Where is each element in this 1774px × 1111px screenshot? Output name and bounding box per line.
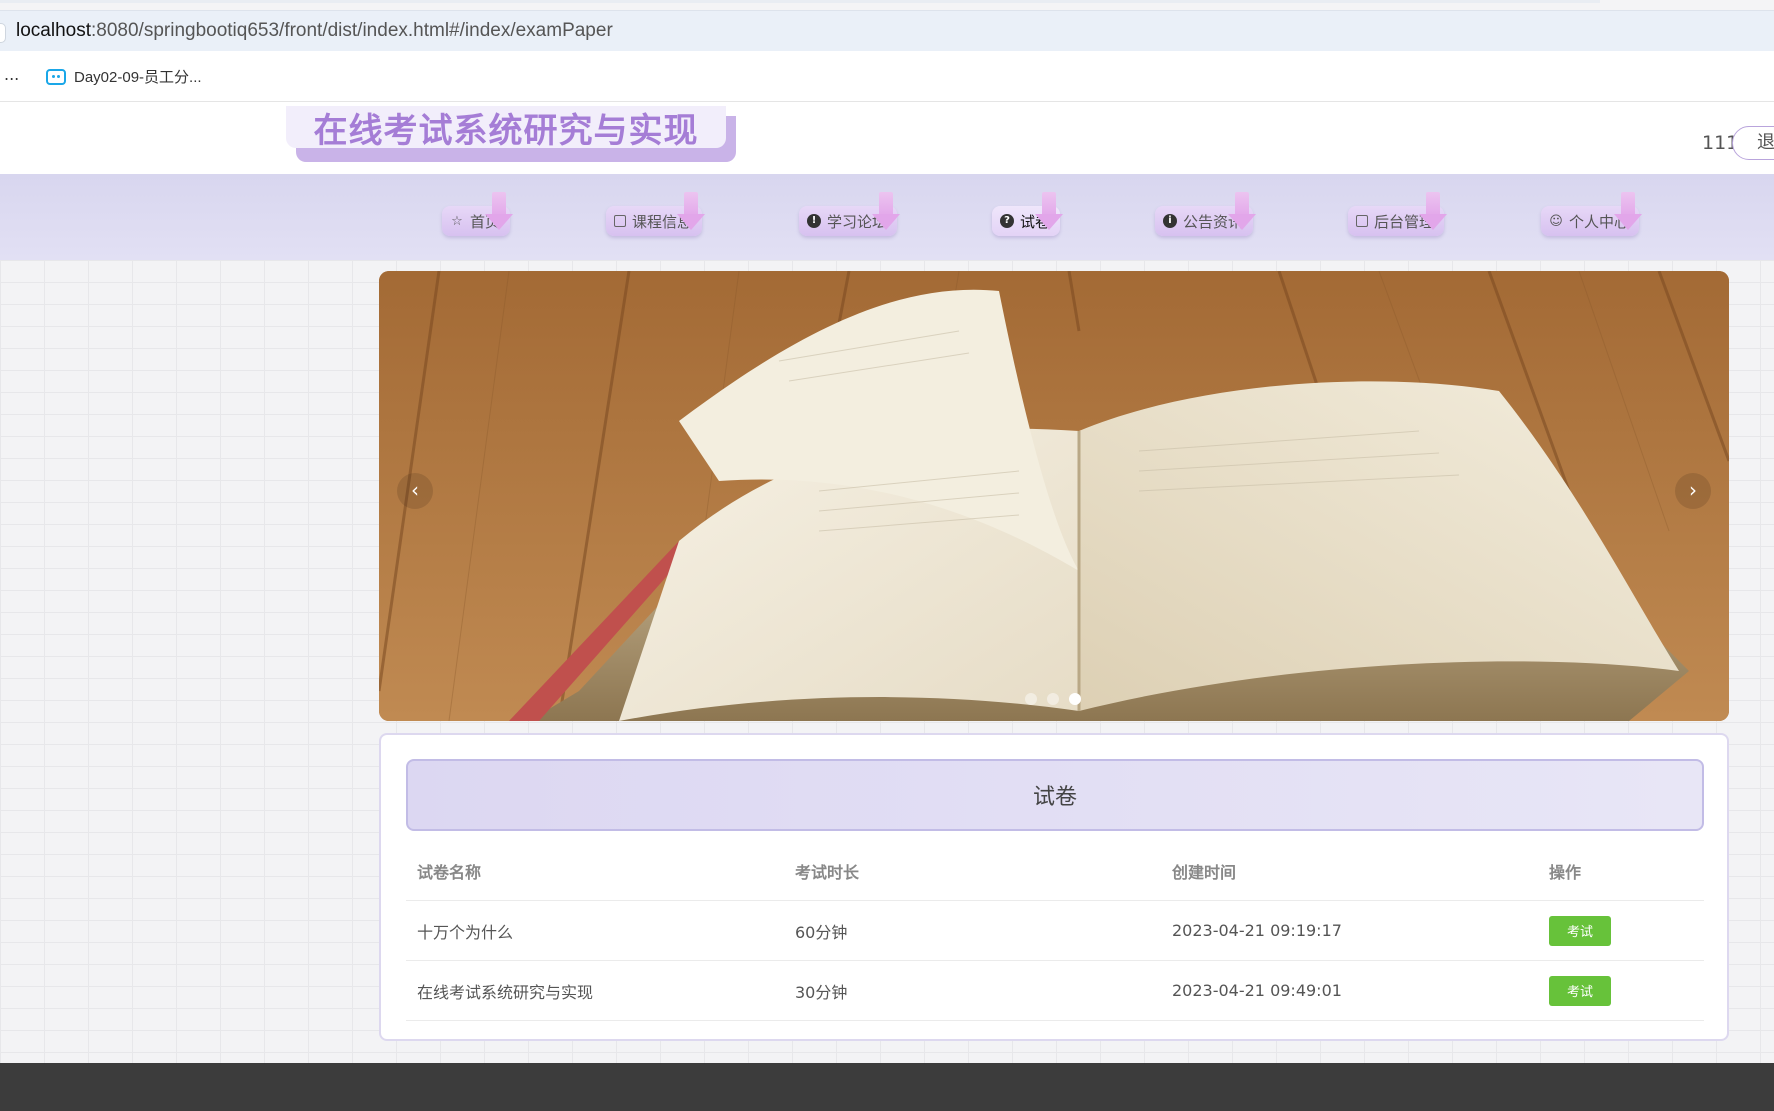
exclamation-icon: ! — [807, 214, 821, 228]
carousel-prev-button[interactable]: ‹ — [397, 473, 433, 509]
nav-arrow-decoration — [1228, 192, 1257, 230]
user-icon: ☺ — [1549, 213, 1563, 229]
take-exam-button[interactable]: 考试 — [1549, 975, 1611, 1006]
question-icon: ? — [1000, 214, 1014, 228]
nav-item-profile[interactable]: ☺ 个人中心 — [1541, 192, 1643, 236]
bookmarks-overflow[interactable]: ... — [4, 65, 19, 84]
exam-created-time: 2023-04-21 09:49:01 — [1172, 981, 1342, 1000]
exam-name: 在线考试系统研究与实现 — [417, 982, 594, 1002]
exam-duration: 30分钟 — [795, 982, 848, 1002]
carousel-dot-3-active[interactable] — [1069, 693, 1081, 705]
url-text[interactable]: localhost:8080/springbootiq653/front/dis… — [16, 20, 613, 42]
nav-arrow-decoration — [485, 192, 514, 230]
carousel-dot-1[interactable] — [1025, 693, 1037, 705]
bag-icon — [614, 215, 626, 227]
column-header-duration: 考试时长 — [795, 862, 860, 882]
info-icon: i — [1163, 214, 1177, 228]
table-header-row: 试卷名称 考试时长 创建时间 操作 — [406, 841, 1704, 901]
browser-top-edge — [0, 0, 1600, 3]
site-header: 在线考试系统研究与实现 111 退 — [0, 102, 1774, 174]
nav-item-exam-paper[interactable]: ? 试卷 — [992, 192, 1064, 236]
nav-item-announcements[interactable]: i 公告资讯 — [1155, 192, 1257, 236]
site-title-badge: 在线考试系统研究与实现 — [286, 106, 736, 162]
open-book-image — [379, 271, 1729, 721]
address-bar-left-cap — [0, 23, 6, 43]
carousel-next-button[interactable]: › — [1675, 473, 1711, 509]
nav-arrow-decoration — [677, 192, 706, 230]
exam-paper-panel: 试卷 试卷名称 考试时长 创建时间 操作 十万个为什么 60分钟 2023-04… — [379, 733, 1729, 1041]
exam-name: 十万个为什么 — [417, 922, 514, 942]
bookmark-item[interactable]: Day02-09-员工分... — [46, 66, 202, 87]
column-header-action: 操作 — [1549, 862, 1582, 882]
nav-arrow-decoration — [1419, 192, 1448, 230]
nav-arrow-decoration — [1614, 192, 1643, 230]
nav-item-home[interactable]: ☆ 首页 — [442, 192, 514, 236]
logout-button[interactable]: 退 — [1732, 126, 1774, 160]
url-host: localhost — [16, 20, 91, 41]
exam-action-cell: 考试 — [1549, 961, 1611, 1020]
bookmarks-bar: ... Day02-09-员工分... — [0, 51, 1774, 102]
page-footer — [0, 1063, 1774, 1111]
nav-item-courses[interactable]: 课程信息 — [606, 192, 706, 236]
url-path: :8080/springbootiq653/front/dist/index.h… — [91, 20, 613, 41]
panel-title: 试卷 — [406, 759, 1704, 831]
bilibili-tv-icon — [46, 68, 66, 85]
exam-action-cell: 考试 — [1549, 901, 1611, 960]
title-badge-box: 在线考试系统研究与实现 — [286, 106, 726, 151]
star-icon: ☆ — [451, 213, 463, 229]
exam-duration: 60分钟 — [795, 922, 848, 942]
exam-paper-table: 试卷名称 考试时长 创建时间 操作 十万个为什么 60分钟 2023-04-21… — [406, 841, 1704, 1021]
bookmark-label: Day02-09-员工分... — [74, 69, 202, 86]
nav-arrow-decoration — [1035, 192, 1064, 230]
column-header-created: 创建时间 — [1172, 862, 1237, 882]
column-header-name: 试卷名称 — [417, 862, 482, 882]
table-row: 十万个为什么 60分钟 2023-04-21 09:19:17 考试 — [406, 901, 1704, 961]
site-title: 在线考试系统研究与实现 — [313, 110, 699, 151]
carousel-dot-2[interactable] — [1047, 693, 1059, 705]
carousel-indicators — [1025, 693, 1081, 705]
address-bar[interactable]: localhost:8080/springbootiq653/front/dis… — [0, 10, 1774, 51]
take-exam-button[interactable]: 考试 — [1549, 915, 1611, 946]
table-row: 在线考试系统研究与实现 30分钟 2023-04-21 09:49:01 考试 — [406, 961, 1704, 1021]
nav-item-admin[interactable]: 后台管理 — [1348, 192, 1448, 236]
main-nav: ☆ 首页 课程信息 ! 学习论坛 ? 试卷 i 公告资讯 后台管理 ☺ 个人中心 — [0, 174, 1774, 260]
document-icon — [1356, 215, 1368, 227]
carousel-banner: ‹ › — [379, 271, 1729, 721]
nav-arrow-decoration — [872, 192, 901, 230]
exam-created-time: 2023-04-21 09:19:17 — [1172, 921, 1342, 940]
nav-item-forum[interactable]: ! 学习论坛 — [799, 192, 901, 236]
